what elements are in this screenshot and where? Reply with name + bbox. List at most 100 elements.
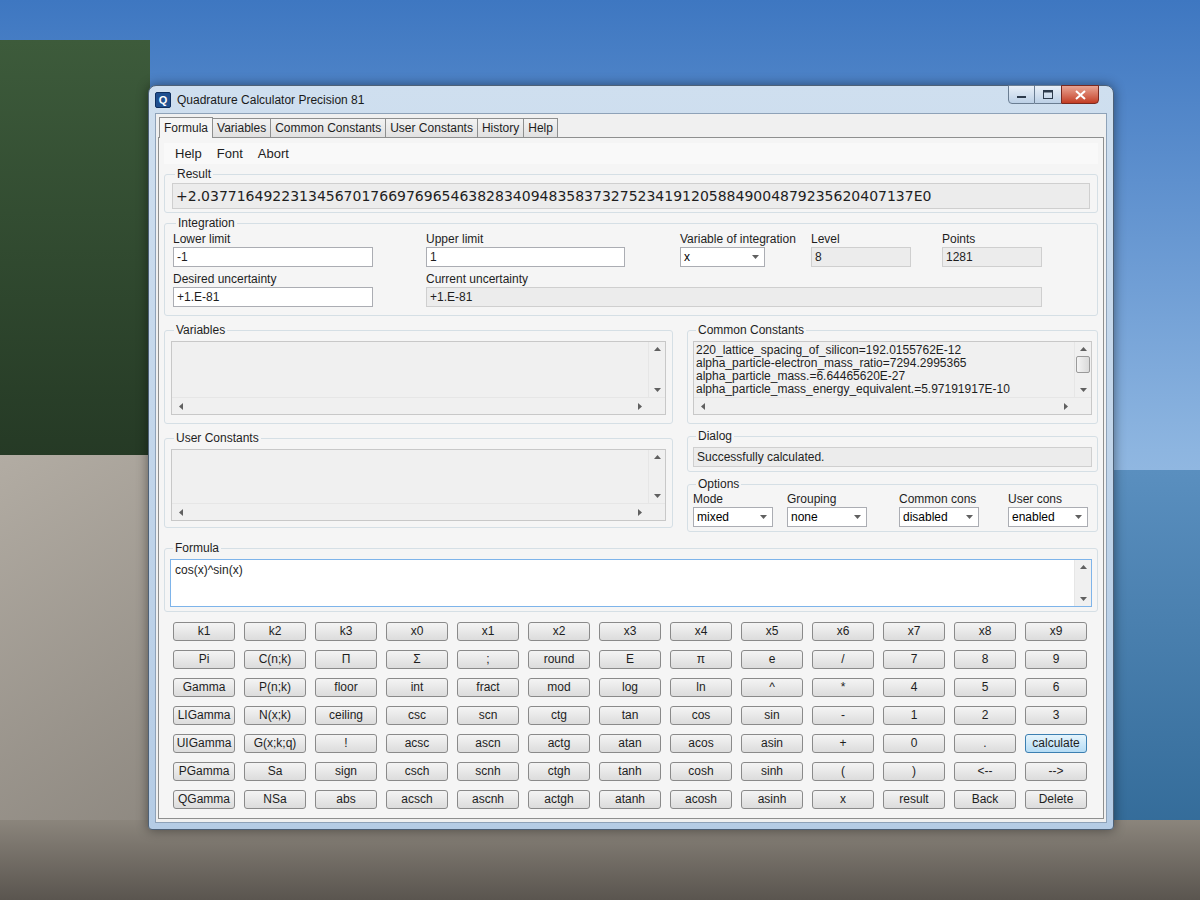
keypad-button[interactable]: acosh bbox=[670, 790, 732, 809]
keypad-button[interactable]: Delete bbox=[1025, 790, 1087, 809]
keypad-button[interactable]: x2 bbox=[528, 622, 590, 641]
keypad-button[interactable]: int bbox=[386, 678, 448, 697]
keypad-button[interactable]: ) bbox=[883, 762, 945, 781]
keypad-button[interactable]: tan bbox=[599, 706, 661, 725]
keypad-button[interactable]: x3 bbox=[599, 622, 661, 641]
keypad-button[interactable]: ln bbox=[670, 678, 732, 697]
keypad-button[interactable]: acsch bbox=[386, 790, 448, 809]
keypad-button[interactable]: calculate bbox=[1025, 734, 1087, 753]
keypad-button[interactable]: ^ bbox=[741, 678, 803, 697]
keypad-button[interactable]: ascnh bbox=[457, 790, 519, 809]
menu-item[interactable]: Help bbox=[170, 144, 207, 164]
scroll-thumb[interactable] bbox=[1076, 356, 1090, 373]
keypad-button[interactable]: PGamma bbox=[173, 762, 235, 781]
keypad-button[interactable]: result bbox=[883, 790, 945, 809]
keypad-button[interactable]: 6 bbox=[1025, 678, 1087, 697]
keypad-button[interactable]: actgh bbox=[528, 790, 590, 809]
formula-input[interactable]: cos(x)^sin(x) bbox=[170, 559, 1092, 607]
keypad-button[interactable]: * bbox=[812, 678, 874, 697]
keypad-button[interactable]: x4 bbox=[670, 622, 732, 641]
keypad-button[interactable]: - bbox=[812, 706, 874, 725]
option-select[interactable]: disabled bbox=[899, 507, 979, 527]
menu-item[interactable]: Abort bbox=[253, 144, 294, 164]
keypad-button[interactable]: 0 bbox=[883, 734, 945, 753]
keypad-button[interactable]: + bbox=[812, 734, 874, 753]
keypad-button[interactable]: 9 bbox=[1025, 650, 1087, 669]
keypad-button[interactable]: k2 bbox=[244, 622, 306, 641]
list-item[interactable]: alpha_particle-electron_mass_ratio=7294.… bbox=[696, 357, 1072, 370]
keypad-button[interactable]: P(n;k) bbox=[244, 678, 306, 697]
keypad-button[interactable]: csc bbox=[386, 706, 448, 725]
keypad-button[interactable]: x5 bbox=[741, 622, 803, 641]
keypad-button[interactable]: <-- bbox=[954, 762, 1016, 781]
vertical-scrollbar[interactable] bbox=[1074, 342, 1091, 397]
keypad-button[interactable]: ctgh bbox=[528, 762, 590, 781]
list-item[interactable]: alpha_particle_mass_energy_equivalent.=5… bbox=[696, 383, 1072, 396]
keypad-button[interactable]: actg bbox=[528, 734, 590, 753]
keypad-button[interactable]: atanh bbox=[599, 790, 661, 809]
keypad-button[interactable]: NSa bbox=[244, 790, 306, 809]
keypad-button[interactable]: ctg bbox=[528, 706, 590, 725]
keypad-button[interactable]: acos bbox=[670, 734, 732, 753]
tab[interactable]: Help bbox=[523, 118, 558, 137]
keypad-button[interactable]: 1 bbox=[883, 706, 945, 725]
keypad-button[interactable]: --> bbox=[1025, 762, 1087, 781]
keypad-button[interactable]: ! bbox=[315, 734, 377, 753]
keypad-button[interactable]: N(x;k) bbox=[244, 706, 306, 725]
keypad-button[interactable]: x6 bbox=[812, 622, 874, 641]
tab[interactable]: User Constants bbox=[385, 118, 478, 137]
tab[interactable]: History bbox=[477, 118, 524, 137]
keypad-button[interactable]: sin bbox=[741, 706, 803, 725]
keypad-button[interactable]: Π bbox=[315, 650, 377, 669]
keypad-button[interactable]: ceiling bbox=[315, 706, 377, 725]
vertical-scrollbar[interactable] bbox=[648, 450, 665, 503]
keypad-button[interactable]: Gamma bbox=[173, 678, 235, 697]
keypad-button[interactable]: round bbox=[528, 650, 590, 669]
keypad-button[interactable]: k1 bbox=[173, 622, 235, 641]
keypad-button[interactable]: asinh bbox=[741, 790, 803, 809]
vertical-scrollbar[interactable] bbox=[1074, 560, 1091, 606]
tab[interactable]: Formula bbox=[159, 117, 213, 138]
keypad-button[interactable]: x0 bbox=[386, 622, 448, 641]
keypad-button[interactable]: tanh bbox=[599, 762, 661, 781]
keypad-button[interactable]: 8 bbox=[954, 650, 1016, 669]
keypad-button[interactable]: E bbox=[599, 650, 661, 669]
minimize-button[interactable] bbox=[1008, 85, 1035, 104]
keypad-button[interactable]: abs bbox=[315, 790, 377, 809]
list-item[interactable]: alpha_particle_mass.=6.64465620E-27 bbox=[696, 370, 1072, 383]
keypad-button[interactable]: acsc bbox=[386, 734, 448, 753]
keypad-button[interactable]: Back bbox=[954, 790, 1016, 809]
keypad-button[interactable]: mod bbox=[528, 678, 590, 697]
keypad-button[interactable]: e bbox=[741, 650, 803, 669]
close-button[interactable] bbox=[1061, 85, 1099, 104]
keypad-button[interactable]: . bbox=[954, 734, 1016, 753]
keypad-button[interactable]: cos bbox=[670, 706, 732, 725]
keypad-button[interactable]: 2 bbox=[954, 706, 1016, 725]
menu-item[interactable]: Font bbox=[212, 144, 248, 164]
keypad-button[interactable]: x9 bbox=[1025, 622, 1087, 641]
keypad-button[interactable]: x1 bbox=[457, 622, 519, 641]
keypad-button[interactable]: scnh bbox=[457, 762, 519, 781]
keypad-button[interactable]: 5 bbox=[954, 678, 1016, 697]
keypad-button[interactable]: C(n;k) bbox=[244, 650, 306, 669]
keypad-button[interactable]: log bbox=[599, 678, 661, 697]
option-select[interactable]: none bbox=[787, 507, 867, 527]
keypad-button[interactable]: k3 bbox=[315, 622, 377, 641]
keypad-button[interactable]: / bbox=[812, 650, 874, 669]
keypad-button[interactable]: floor bbox=[315, 678, 377, 697]
common-constants-list[interactable]: 220_lattice_spacing_of_silicon=192.01557… bbox=[693, 341, 1092, 415]
keypad-button[interactable]: 3 bbox=[1025, 706, 1087, 725]
keypad-button[interactable]: cosh bbox=[670, 762, 732, 781]
keypad-button[interactable]: x8 bbox=[954, 622, 1016, 641]
user-constants-list[interactable] bbox=[171, 449, 666, 521]
horizontal-scrollbar[interactable] bbox=[694, 397, 1091, 414]
keypad-button[interactable]: 4 bbox=[883, 678, 945, 697]
keypad-button[interactable]: ( bbox=[812, 762, 874, 781]
title-bar[interactable]: QQuadrature Calculator Precision 81 bbox=[149, 86, 1113, 113]
lower-limit-input[interactable]: -1 bbox=[173, 247, 373, 267]
keypad-button[interactable]: 7 bbox=[883, 650, 945, 669]
keypad-button[interactable]: Σ bbox=[386, 650, 448, 669]
variables-list[interactable] bbox=[171, 341, 666, 415]
keypad-button[interactable]: Pi bbox=[173, 650, 235, 669]
keypad-button[interactable]: π bbox=[670, 650, 732, 669]
